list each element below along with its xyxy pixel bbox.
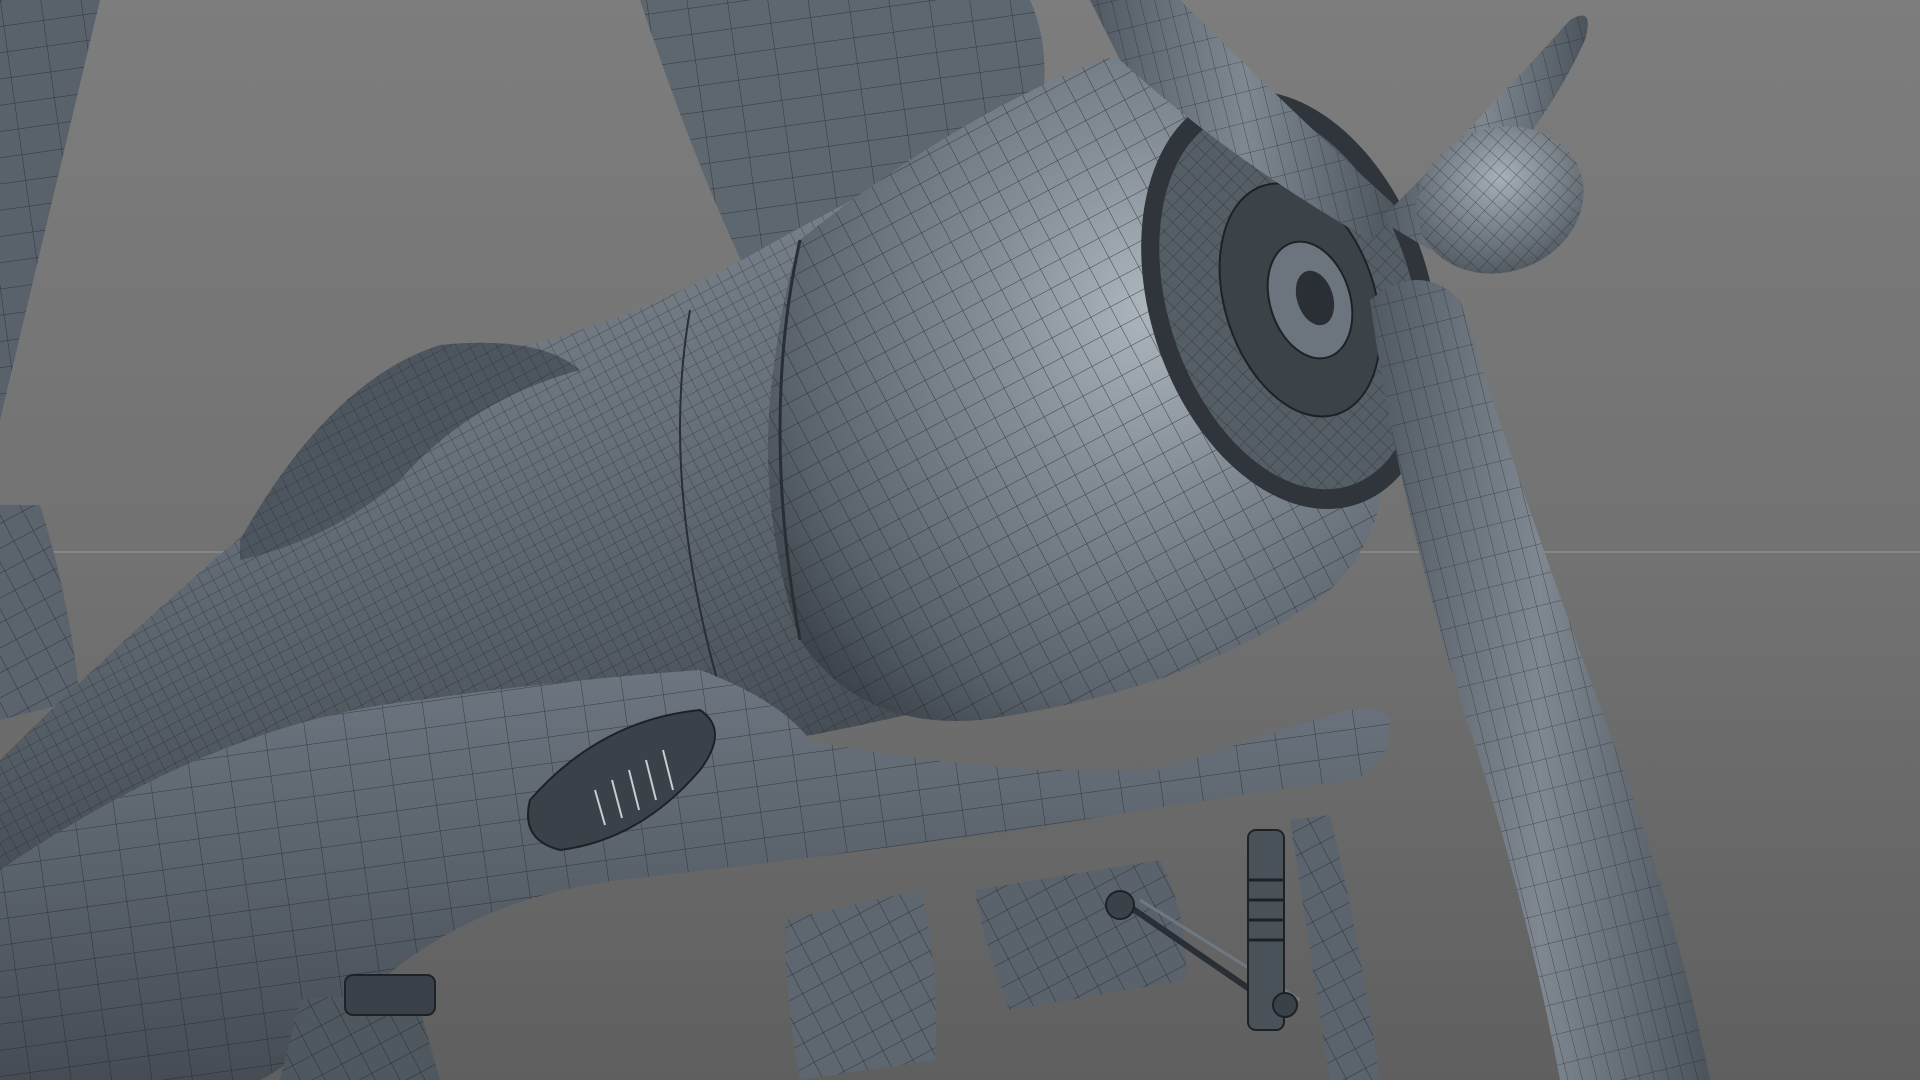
wireframe-render [0,0,1920,1080]
landing-gear-door-left [785,890,936,1080]
3d-viewport[interactable] [0,0,1920,1080]
